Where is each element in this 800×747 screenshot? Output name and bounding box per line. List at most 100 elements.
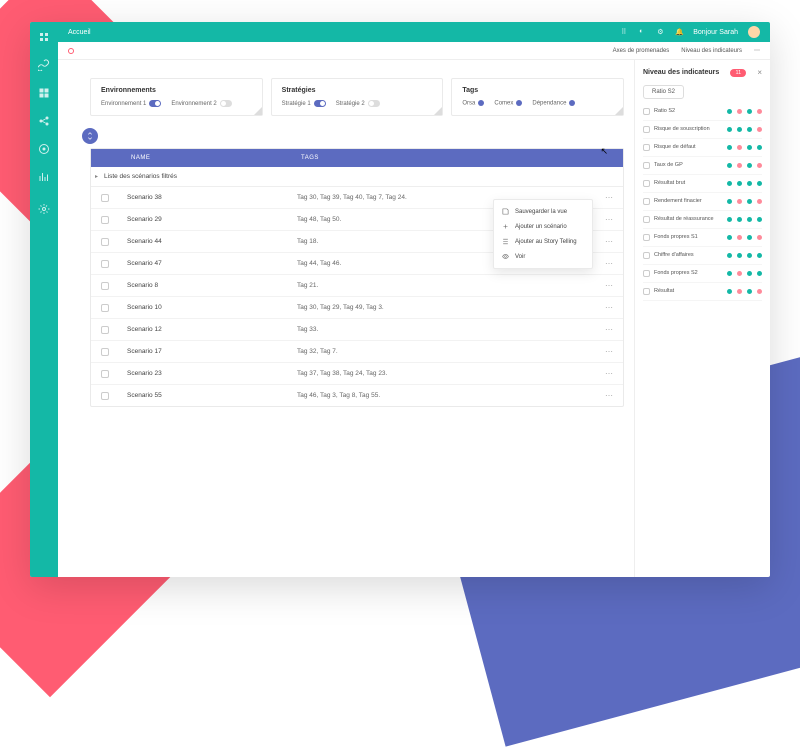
- indicator-row[interactable]: Chiffre d'affaires: [643, 247, 762, 265]
- indicator-row[interactable]: Résultat brut: [643, 175, 762, 193]
- status-dot: [727, 145, 732, 150]
- ctx-save[interactable]: Sauvegarder la vue: [494, 204, 592, 219]
- record-icon[interactable]: [68, 48, 74, 54]
- table-row[interactable]: Scenario 10Tag 30, Tag 29, Tag 49, Tag 3…: [91, 297, 623, 319]
- row-name: Scenario 17: [127, 348, 297, 355]
- pill-item[interactable]: Comex: [494, 100, 522, 107]
- status-dot: [747, 109, 752, 114]
- indicator-row[interactable]: Taux de GP: [643, 157, 762, 175]
- row-more-icon[interactable]: ⋯: [605, 303, 613, 312]
- checkbox[interactable]: [643, 162, 650, 169]
- pill-card: TagsOrsaComexDépendance: [451, 78, 624, 116]
- nav-grid-icon[interactable]: [37, 86, 51, 100]
- nav-target-icon[interactable]: [37, 142, 51, 156]
- indicator-row[interactable]: Rendement finacier: [643, 193, 762, 211]
- checkbox[interactable]: [643, 252, 650, 259]
- status-dot: [727, 235, 732, 240]
- checkbox[interactable]: [101, 194, 109, 202]
- sidebar: [30, 22, 58, 577]
- logo-icon[interactable]: [37, 30, 51, 44]
- pill-item[interactable]: Dépendance: [532, 100, 575, 107]
- help-icon[interactable]: ◐: [639, 28, 647, 36]
- toggle[interactable]: [478, 100, 484, 106]
- row-more-icon[interactable]: ⋯: [605, 281, 613, 290]
- nav-share-icon[interactable]: [37, 114, 51, 128]
- checkbox[interactable]: [643, 198, 650, 205]
- checkbox[interactable]: [643, 126, 650, 133]
- checkbox[interactable]: [101, 282, 109, 290]
- indicator-row[interactable]: Risque de défaut: [643, 139, 762, 157]
- status-dot: [757, 163, 762, 168]
- row-more-icon[interactable]: ⋯: [605, 193, 613, 202]
- indicator-row[interactable]: Fonds propres S2: [643, 265, 762, 283]
- more-icon[interactable]: ⋯: [754, 47, 760, 54]
- ctx-story[interactable]: Ajouter au Story Telling: [494, 234, 592, 249]
- row-more-icon[interactable]: ⋯: [605, 369, 613, 378]
- avatar[interactable]: [748, 26, 760, 38]
- context-menu: Sauvegarder la vue Ajouter un scénario A…: [493, 199, 593, 269]
- pill-item[interactable]: Environnement 1: [101, 100, 161, 107]
- indicator-row[interactable]: Résultat de réassurance: [643, 211, 762, 229]
- ctx-view[interactable]: Voir: [494, 249, 592, 264]
- toggle[interactable]: [314, 100, 326, 107]
- subtab-niveau[interactable]: Niveau des indicateurs: [681, 48, 742, 54]
- indicator-row[interactable]: Risque de souscription: [643, 121, 762, 139]
- subtab-axes[interactable]: Axes de promenades: [613, 48, 670, 54]
- checkbox[interactable]: [101, 260, 109, 268]
- checkbox[interactable]: [101, 326, 109, 334]
- filter-label[interactable]: Liste des scénarios filtrés: [91, 167, 623, 187]
- row-more-icon[interactable]: ⋯: [605, 325, 613, 334]
- status-dot: [737, 145, 742, 150]
- checkbox[interactable]: [643, 144, 650, 151]
- nav-settings-icon[interactable]: [37, 202, 51, 216]
- status-dot: [757, 199, 762, 204]
- table-row[interactable]: Scenario 8Tag 21.⋯: [91, 275, 623, 297]
- nav-chart-icon[interactable]: [37, 170, 51, 184]
- bell-icon[interactable]: 🔔: [675, 28, 683, 36]
- status-dot: [727, 163, 732, 168]
- apps-icon[interactable]: ⠿: [621, 28, 629, 36]
- cursor-icon: ↖: [600, 146, 608, 157]
- checkbox[interactable]: [101, 238, 109, 246]
- pill-item[interactable]: Orsa: [462, 100, 484, 107]
- nav-link-icon[interactable]: [37, 58, 51, 72]
- table-row[interactable]: Scenario 23Tag 37, Tag 38, Tag 24, Tag 2…: [91, 363, 623, 385]
- checkbox[interactable]: [643, 180, 650, 187]
- toggle[interactable]: [368, 100, 380, 107]
- gear-icon[interactable]: ⚙: [657, 28, 665, 36]
- checkbox[interactable]: [101, 370, 109, 378]
- subbar: Axes de promenades Niveau des indicateur…: [58, 42, 770, 60]
- table-row[interactable]: Scenario 55Tag 46, Tag 3, Tag 8, Tag 55.…: [91, 385, 623, 406]
- checkbox[interactable]: [643, 108, 650, 115]
- close-icon[interactable]: ×: [757, 68, 762, 77]
- row-more-icon[interactable]: ⋯: [605, 391, 613, 400]
- table-row[interactable]: Scenario 17Tag 32, Tag 7.⋯: [91, 341, 623, 363]
- panel-tab[interactable]: Ratio S2: [643, 85, 684, 99]
- checkbox[interactable]: [643, 234, 650, 241]
- pill-item[interactable]: Stratégie 2: [336, 100, 380, 107]
- table-row[interactable]: Scenario 12Tag 33.⋯: [91, 319, 623, 341]
- checkbox[interactable]: [101, 304, 109, 312]
- pill-item[interactable]: Environnement 2: [171, 100, 231, 107]
- indicator-row[interactable]: Fonds propres S1: [643, 229, 762, 247]
- pill-item[interactable]: Stratégie 1: [282, 100, 326, 107]
- row-more-icon[interactable]: ⋯: [605, 347, 613, 356]
- checkbox[interactable]: [643, 270, 650, 277]
- checkbox[interactable]: [643, 288, 650, 295]
- ctx-add[interactable]: Ajouter un scénario: [494, 219, 592, 234]
- indicator-row[interactable]: Ratio S2: [643, 103, 762, 121]
- row-tags: Tag 37, Tag 38, Tag 24, Tag 23.: [297, 370, 605, 377]
- row-more-icon[interactable]: ⋯: [605, 215, 613, 224]
- checkbox[interactable]: [101, 392, 109, 400]
- checkbox[interactable]: [101, 216, 109, 224]
- toggle[interactable]: [569, 100, 575, 106]
- indicator-row[interactable]: Résultat: [643, 283, 762, 301]
- row-more-icon[interactable]: ⋯: [605, 237, 613, 246]
- checkbox[interactable]: [101, 348, 109, 356]
- toggle[interactable]: [149, 100, 161, 107]
- recycle-icon[interactable]: [82, 128, 98, 144]
- toggle[interactable]: [220, 100, 232, 107]
- toggle[interactable]: [516, 100, 522, 106]
- row-more-icon[interactable]: ⋯: [605, 259, 613, 268]
- checkbox[interactable]: [643, 216, 650, 223]
